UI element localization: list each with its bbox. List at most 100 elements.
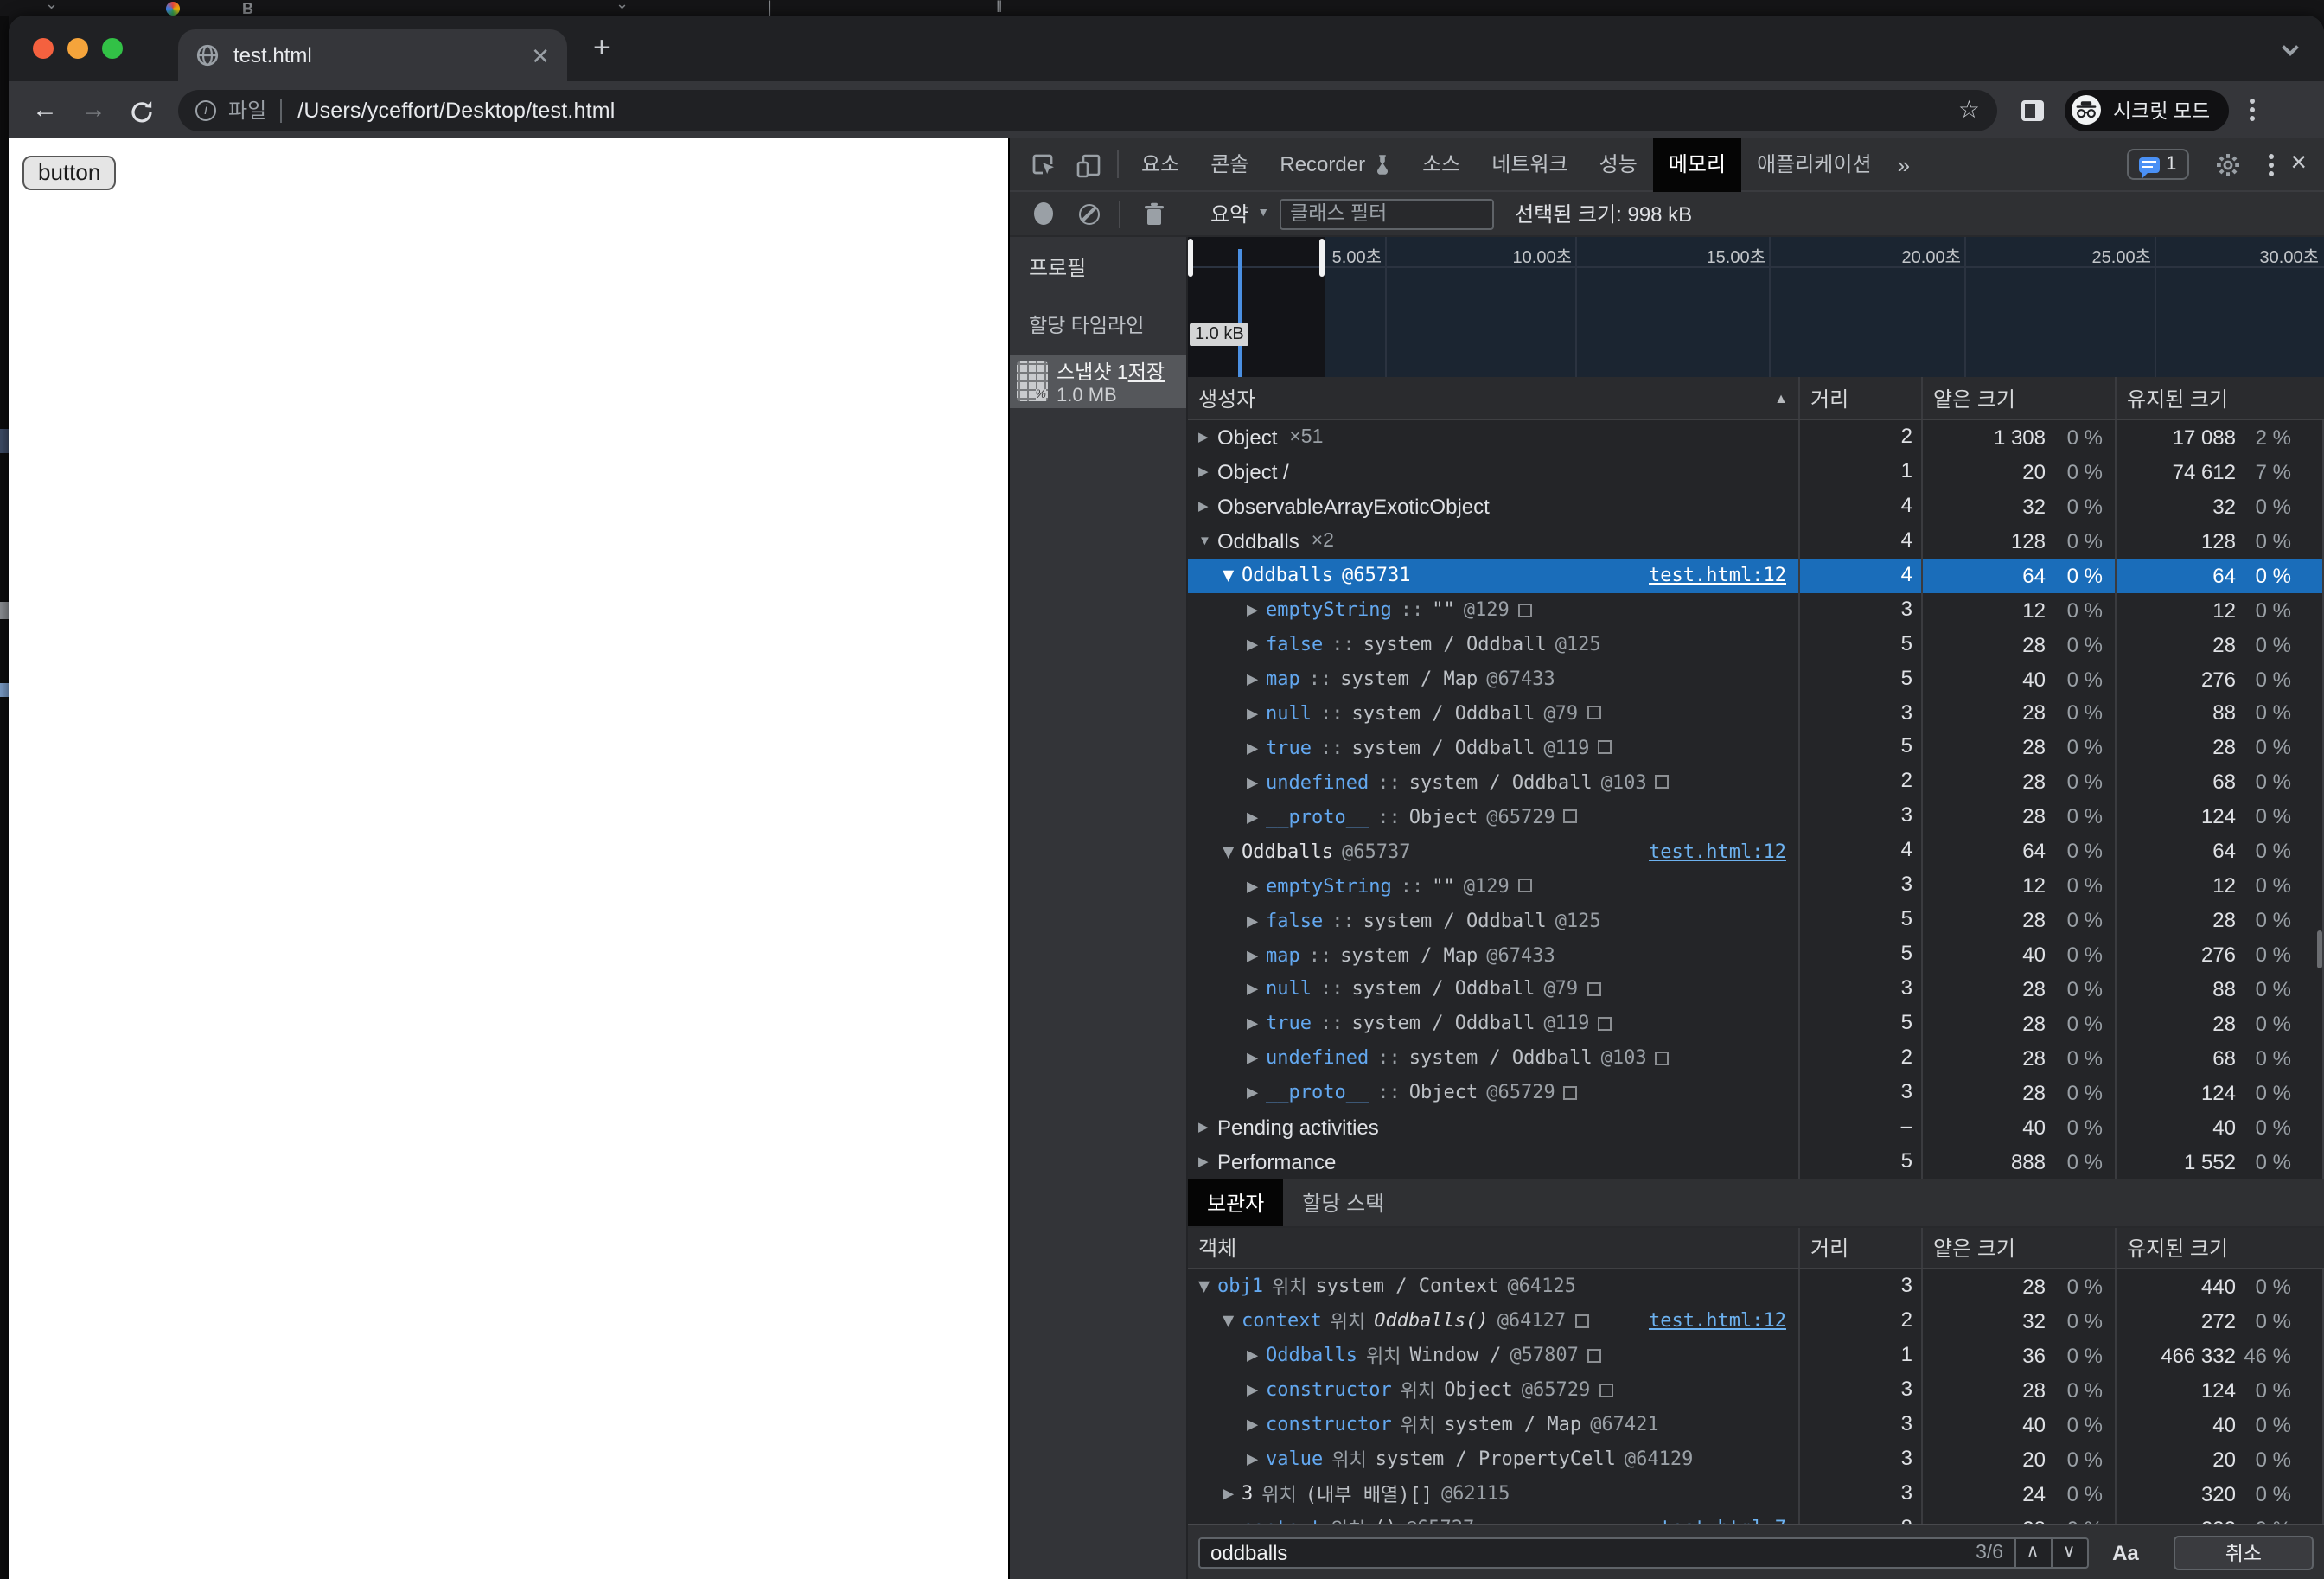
delete-profile-icon[interactable] xyxy=(1140,200,1167,227)
retainer-row[interactable]: ▶constructor위치system / Map@674213400 %40… xyxy=(1188,1408,2324,1442)
next-match-button[interactable]: ∨ xyxy=(2052,1543,2086,1562)
column-shallow-size[interactable]: 얕은 크기 xyxy=(1921,377,2115,419)
minimize-window-button[interactable] xyxy=(67,38,88,59)
reload-button[interactable] xyxy=(123,96,161,124)
expander-icon[interactable]: ▼ xyxy=(1198,534,1217,549)
constructor-row[interactable]: ▶true::system / Oddball@1195280 %280 % xyxy=(1188,1007,2324,1041)
constructor-row[interactable]: ▶emptyString::""@1293120 %120 % xyxy=(1188,592,2324,627)
expander-icon[interactable]: ▶ xyxy=(1247,806,1266,828)
traffic-lights[interactable] xyxy=(33,38,123,59)
devtools-tab-메모리[interactable]: 메모리 xyxy=(1653,137,1741,191)
expander-icon[interactable]: ▶ xyxy=(1247,1379,1266,1402)
retainer-row[interactable]: ▶3위치(내부 배열)[]@621153240 %3200 % xyxy=(1188,1476,2324,1511)
devtools-tab-애플리케이션[interactable]: 애플리케이션 xyxy=(1741,137,1887,191)
retainer-row[interactable]: ▼obj1위치system / Context@641253280 %4400 … xyxy=(1188,1269,2324,1304)
grid-scrollbar[interactable] xyxy=(2317,930,2322,968)
omnibox[interactable]: i 파일 /Users/yceffort/Desktop/test.html ☆ xyxy=(178,89,1997,131)
retainer-row[interactable]: ▶constructor위치Object@657293280 %1240 % xyxy=(1188,1373,2324,1408)
source-link[interactable]: test.html:12 xyxy=(1649,564,1798,586)
constructor-row[interactable]: ▶false::system / Oddball@1255280 %280 % xyxy=(1188,627,2324,662)
page-button[interactable]: button xyxy=(22,156,116,190)
devtools-tab-네트워크[interactable]: 네트워크 xyxy=(1476,137,1583,191)
column-retained-size[interactable]: 유지된 크기 xyxy=(2115,1228,2324,1268)
constructor-row[interactable]: ▶ObservableArrayExoticObject4320 %320 % xyxy=(1188,489,2324,524)
search-input[interactable] xyxy=(1200,1540,1976,1564)
expander-icon[interactable]: ▶ xyxy=(1198,1119,1217,1135)
constructor-row[interactable]: ▶__proto__::Object@657293280 %1240 % xyxy=(1188,1076,2324,1110)
back-button[interactable]: ← xyxy=(26,95,64,125)
expander-icon[interactable]: ▶ xyxy=(1247,1413,1266,1435)
constructor-row[interactable]: ▶null::system / Oddball@793280 %880 % xyxy=(1188,972,2324,1007)
source-link[interactable]: test.html:7 xyxy=(1660,1517,1798,1524)
expander-icon[interactable]: ▼ xyxy=(1198,1275,1217,1298)
retainer-row[interactable]: ▼context위치Oddballs()@64127test.html:1223… xyxy=(1188,1304,2324,1339)
retainers-tab-할당 스택[interactable]: 할당 스택 xyxy=(1283,1179,1403,1226)
issues-counter[interactable]: 1 xyxy=(2126,149,2188,180)
devtools-menu-icon[interactable] xyxy=(2268,153,2273,176)
close-window-button[interactable] xyxy=(33,38,54,59)
allocation-timeline[interactable]: 5.00초10.00초15.00초20.00초25.00초30.00초 1.0 … xyxy=(1188,237,2324,377)
url-text[interactable]: /Users/yceffort/Desktop/test.html xyxy=(297,98,1944,122)
expander-icon[interactable]: ▼ xyxy=(1223,564,1242,586)
constructor-row[interactable]: ▼Oddballs×241280 %1280 % xyxy=(1188,524,2324,559)
constructor-row[interactable]: ▶Object×5121 3080 %17 0882 % xyxy=(1188,420,2324,455)
constructor-row[interactable]: ▶true::system / Oddball@1195280 %280 % xyxy=(1188,731,2324,765)
expander-icon[interactable]: ▶ xyxy=(1198,499,1217,515)
source-link[interactable]: test.html:12 xyxy=(1649,1310,1798,1333)
devtools-tab-요소[interactable]: 요소 xyxy=(1126,137,1195,191)
clear-profiles-icon[interactable] xyxy=(1079,203,1100,224)
expander-icon[interactable]: ▶ xyxy=(1247,1448,1266,1470)
retainers-tab-보관자[interactable]: 보관자 xyxy=(1188,1179,1283,1226)
devtools-tab-콘솔[interactable]: 콘솔 xyxy=(1195,137,1264,191)
constructor-row[interactable]: ▼Oddballs@65731test.html:124640 %640 % xyxy=(1188,559,2324,593)
search-cancel-button[interactable]: 취소 xyxy=(2174,1535,2314,1569)
selection-right-handle[interactable] xyxy=(1319,239,1325,277)
expander-icon[interactable]: ▶ xyxy=(1247,771,1266,794)
expander-icon[interactable]: ▶ xyxy=(1247,943,1266,966)
constructor-row[interactable]: ▶__proto__::Object@657293280 %1240 % xyxy=(1188,800,2324,834)
constructor-row[interactable]: ▶false::system / Oddball@1255280 %280 % xyxy=(1188,903,2324,937)
devtools-close-icon[interactable]: × xyxy=(2290,150,2307,178)
constructor-row[interactable]: ▶Performance58880 %1 5520 % xyxy=(1188,1144,2324,1179)
retainer-row[interactable]: ▶value위치system / PropertyCell@641293200 … xyxy=(1188,1442,2324,1476)
expander-icon[interactable]: ▶ xyxy=(1198,430,1217,445)
match-case-button[interactable]: Aa xyxy=(2112,1540,2139,1564)
forward-button[interactable]: → xyxy=(74,95,112,125)
column-distance[interactable]: 거리 xyxy=(1798,377,1921,419)
expander-icon[interactable]: ▶ xyxy=(1198,464,1217,480)
column-object[interactable]: 객체 xyxy=(1198,1233,1236,1263)
expander-icon[interactable]: ▶ xyxy=(1247,702,1266,725)
column-retained-size[interactable]: 유지된 크기 xyxy=(2115,377,2324,419)
expander-icon[interactable]: ▼ xyxy=(1223,840,1242,862)
zoom-window-button[interactable] xyxy=(102,38,123,59)
expander-icon[interactable]: ▶ xyxy=(1247,874,1266,897)
constructor-row[interactable]: ▶undefined::system / Oddball@1032280 %68… xyxy=(1188,1041,2324,1076)
constructor-row[interactable]: ▶Object /1200 %74 6127 % xyxy=(1188,455,2324,489)
allocation-timelines-section[interactable]: 할당 타임라인 xyxy=(1010,282,1186,339)
expander-icon[interactable]: ▶ xyxy=(1247,668,1266,690)
devtools-tab-Recorder[interactable]: Recorder xyxy=(1264,137,1407,191)
expander-icon[interactable]: ▶ xyxy=(1247,1013,1266,1035)
devtools-tab-소스[interactable]: 소스 xyxy=(1407,137,1476,191)
browser-menu-icon[interactable] xyxy=(2250,99,2255,121)
constructor-row[interactable]: ▶map::system / Map@674335400 %2760 % xyxy=(1188,662,2324,696)
class-filter-input[interactable] xyxy=(1280,198,1494,229)
side-panel-icon[interactable] xyxy=(2021,99,2044,120)
expander-icon[interactable]: ▶ xyxy=(1247,633,1266,655)
expander-icon[interactable]: ▶ xyxy=(1247,1082,1266,1104)
settings-gear-icon[interactable] xyxy=(2214,150,2242,178)
perspective-select[interactable]: 요약 ▼ xyxy=(1210,199,1269,228)
expander-icon[interactable]: ▶ xyxy=(1247,978,1266,1000)
browser-tab[interactable]: test.html ✕ xyxy=(178,29,567,81)
snapshot-save-link[interactable]: 저장 xyxy=(1128,362,1165,383)
search-box[interactable]: 3/6 ∧ ∨ xyxy=(1198,1537,2088,1568)
expander-icon[interactable]: ▶ xyxy=(1223,1482,1242,1505)
selection-left-handle[interactable] xyxy=(1188,239,1193,277)
constructor-row[interactable]: ▼Oddballs@65737test.html:124640 %640 % xyxy=(1188,834,2324,869)
bookmark-star-icon[interactable]: ☆ xyxy=(1958,95,1980,125)
device-toolbar-icon[interactable] xyxy=(1074,150,1101,178)
more-tabs-button[interactable]: » xyxy=(1887,151,1920,177)
tab-search-chevron-icon[interactable] xyxy=(2282,39,2299,56)
snapshot-item[interactable]: 스냅샷 1저장 1.0 MB xyxy=(1010,355,1186,408)
site-info-icon[interactable]: i xyxy=(195,99,216,120)
